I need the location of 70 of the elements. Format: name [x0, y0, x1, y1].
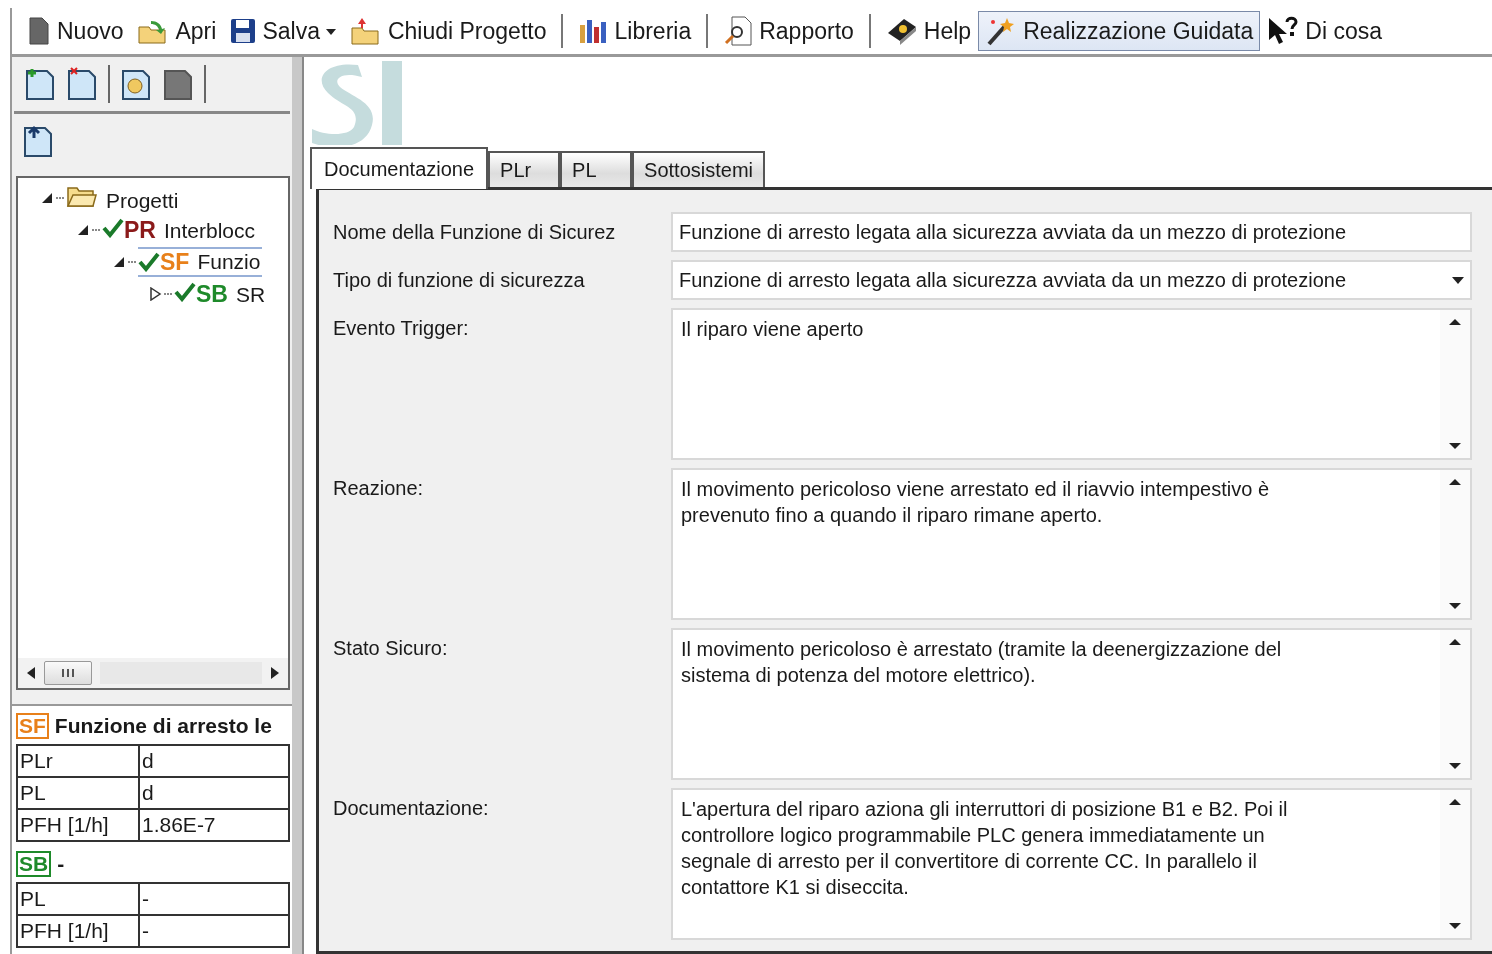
- scroll-up-icon[interactable]: [1448, 478, 1462, 486]
- value-cell: 1.86E-7: [139, 809, 289, 841]
- value-cell: d: [139, 777, 289, 809]
- value-cell: -: [139, 883, 289, 915]
- move-up-icon[interactable]: [22, 124, 54, 158]
- bar-chart-icon: [578, 17, 609, 45]
- expanded-arrow-icon[interactable]: [76, 223, 90, 237]
- scroll-down-icon[interactable]: [1448, 762, 1462, 770]
- field-label: Nome della Funzione di Sicurez: [333, 220, 617, 244]
- expanded-arrow-icon[interactable]: [112, 255, 126, 269]
- tree-item[interactable]: SF Funzio: [138, 247, 263, 277]
- scroll-up-icon[interactable]: [1448, 318, 1462, 326]
- field-label: Evento Trigger:: [333, 316, 470, 340]
- tree-item[interactable]: SB SR: [174, 280, 268, 308]
- text-area[interactable]: L'apertura del riparo aziona gli interruttori di posizione B1 e B2. Poi il controllore logico programmabile PLC genera immediatamente un segnale di arresto per il convertitore di corrente CC. In parallelo il contattore K1 si diseccita.: [671, 788, 1472, 940]
- tree-item[interactable]: PR Interblocc: [102, 216, 257, 244]
- summary-title: Funzione di arresto le: [54, 714, 272, 738]
- toolbar-button[interactable]: Rapporto: [716, 11, 861, 51]
- type-badge: SF: [16, 713, 49, 739]
- scroll-down-icon[interactable]: [1448, 442, 1462, 450]
- tree-item[interactable]: Progetti: [66, 183, 181, 213]
- text-area[interactable]: Il movimento pericoloso viene arrestato ed il riavvio intempestivo è prevenuto fino a quando il riparo rimane aperto.: [671, 468, 1472, 620]
- value-cell: d: [139, 745, 289, 777]
- scroll-up-icon[interactable]: [1448, 638, 1462, 646]
- toolbar-button[interactable]: Help: [878, 11, 979, 51]
- tab[interactable]: PLr: [488, 151, 561, 187]
- type-badge: SB: [16, 851, 52, 877]
- scroll-up-icon[interactable]: [1448, 798, 1462, 806]
- field-label: Documentazione:: [333, 796, 490, 820]
- delete-item-icon[interactable]: [66, 67, 98, 101]
- scrollbar-thumb[interactable]: [44, 661, 92, 685]
- toolbar-button[interactable]: Di cosa: [1260, 11, 1389, 51]
- parameter-cell: PLr: [17, 745, 139, 777]
- collapsed-arrow-icon[interactable]: [148, 287, 162, 301]
- type-label: SB: [196, 280, 228, 307]
- scroll-down-icon[interactable]: [1448, 922, 1462, 930]
- magnifier-page-icon: [723, 16, 754, 46]
- parameter-cell: PFH [1/h]: [17, 809, 139, 841]
- scroll-down-icon[interactable]: [1448, 602, 1462, 610]
- summary-title: -: [57, 852, 65, 876]
- tab[interactable]: Documentazione: [310, 147, 489, 189]
- value-cell: -: [139, 915, 289, 947]
- cursor-question-icon: [1267, 16, 1300, 46]
- dropdown-field[interactable]: Funzione di arresto legata alla sicurezza avviata da un mezzo di protezione: [671, 260, 1472, 300]
- parameter-cell: PL: [17, 883, 139, 915]
- toolbar-button[interactable]: Realizzazione Guidata: [978, 11, 1261, 51]
- field-label: Stato Sicuro:: [333, 636, 449, 660]
- toolbar-button[interactable]: Nuovo: [20, 11, 131, 51]
- new-item-icon[interactable]: [24, 67, 56, 101]
- folder-icon: [349, 16, 382, 46]
- scroll-right-icon[interactable]: [270, 666, 280, 680]
- copy-icon[interactable]: [120, 67, 152, 101]
- toolbar-button[interactable]: Apri: [130, 11, 224, 51]
- type-label: PR: [124, 216, 156, 243]
- expanded-arrow-icon[interactable]: [40, 191, 54, 205]
- text-area[interactable]: Il movimento pericoloso è arrestato (tramite la deenergizzazione del sistema di potenza del motore elettrico).: [671, 628, 1472, 780]
- tab[interactable]: Sottosistemi: [632, 151, 766, 187]
- field-label: Reazione:: [333, 476, 425, 500]
- toolbar-button[interactable]: Salva: [223, 11, 343, 51]
- parameter-cell: PL: [17, 777, 139, 809]
- text-field[interactable]: Funzione di arresto legata alla sicurezza avviata da un mezzo di protezione: [671, 212, 1472, 252]
- scroll-left-icon[interactable]: [26, 666, 36, 680]
- field-label: Tipo di funzione di sicurezza: [333, 268, 586, 292]
- parameter-cell: PFH [1/h]: [17, 915, 139, 947]
- type-label: SF: [160, 248, 190, 276]
- toolbar-button[interactable]: Libreria: [571, 11, 699, 51]
- toolbar-button[interactable]: Chiudi Progetto: [342, 11, 554, 51]
- document-icon: [27, 17, 51, 45]
- tab[interactable]: PL: [560, 151, 633, 187]
- text-area[interactable]: Il riparo viene aperto: [671, 308, 1472, 460]
